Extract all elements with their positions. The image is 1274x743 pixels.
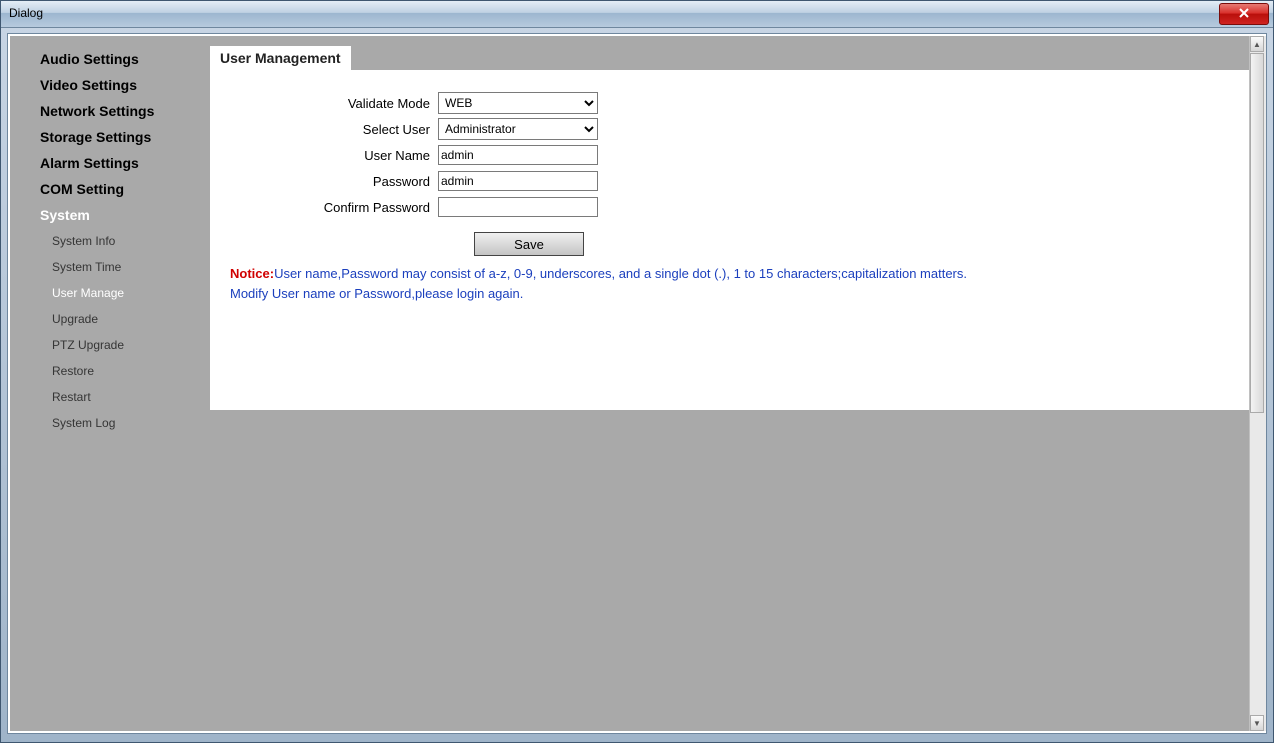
sidebar-sub-system-info[interactable]: System Info: [10, 228, 210, 254]
close-button[interactable]: [1219, 3, 1269, 25]
sidebar-sub-system-time[interactable]: System Time: [10, 254, 210, 280]
notice-label: Notice:: [230, 266, 274, 281]
notice: Notice:User name,Password may consist of…: [210, 256, 1250, 304]
sidebar-item-audio-settings[interactable]: Audio Settings: [10, 46, 210, 72]
close-icon: [1239, 7, 1249, 21]
sidebar: Audio Settings Video Settings Network Se…: [10, 36, 210, 731]
sidebar-sub-user-manage[interactable]: User Manage: [10, 280, 210, 306]
sidebar-item-alarm-settings[interactable]: Alarm Settings: [10, 150, 210, 176]
sidebar-sub-system-log[interactable]: System Log: [10, 410, 210, 436]
validate-mode-select[interactable]: WEB: [438, 92, 598, 114]
user-management-form: Validate Mode WEB Select User Administra…: [210, 70, 1250, 256]
confirm-password-input[interactable]: [438, 197, 598, 217]
sidebar-item-video-settings[interactable]: Video Settings: [10, 72, 210, 98]
chevron-down-icon: ▼: [1253, 719, 1261, 728]
scroll-down-button[interactable]: ▼: [1250, 715, 1264, 731]
scroll-up-button[interactable]: ▲: [1250, 36, 1264, 52]
select-user-select[interactable]: Administrator: [438, 118, 598, 140]
notice-line2: Modify User name or Password,please logi…: [230, 286, 523, 301]
scrollbar-thumb[interactable]: [1250, 53, 1264, 413]
sidebar-item-storage-settings[interactable]: Storage Settings: [10, 124, 210, 150]
vertical-scrollbar[interactable]: ▲ ▼: [1249, 36, 1266, 731]
tab-user-management[interactable]: User Management: [210, 46, 351, 70]
tab-strip: User Management: [210, 46, 1250, 70]
user-name-input[interactable]: [438, 145, 598, 165]
chevron-up-icon: ▲: [1253, 40, 1261, 49]
window-title: Dialog: [9, 6, 43, 20]
save-button[interactable]: Save: [474, 232, 584, 256]
inner-frame: Audio Settings Video Settings Network Se…: [7, 33, 1267, 734]
content-area: Audio Settings Video Settings Network Se…: [10, 36, 1250, 731]
password-input[interactable]: [438, 171, 598, 191]
confirm-password-label: Confirm Password: [250, 200, 438, 215]
select-user-label: Select User: [250, 122, 438, 137]
sidebar-sub-ptz-upgrade[interactable]: PTZ Upgrade: [10, 332, 210, 358]
validate-mode-label: Validate Mode: [250, 96, 438, 111]
sidebar-sub-upgrade[interactable]: Upgrade: [10, 306, 210, 332]
sidebar-sub-restore[interactable]: Restore: [10, 358, 210, 384]
sidebar-item-network-settings[interactable]: Network Settings: [10, 98, 210, 124]
main-panel: User Management Validate Mode WEB Select…: [210, 46, 1250, 410]
sidebar-item-system[interactable]: System: [10, 202, 210, 228]
titlebar[interactable]: Dialog: [1, 1, 1273, 28]
dialog-window: Dialog Audio Settings Video Settings Net…: [0, 0, 1274, 743]
sidebar-sub-restart[interactable]: Restart: [10, 384, 210, 410]
sidebar-item-com-setting[interactable]: COM Setting: [10, 176, 210, 202]
password-label: Password: [250, 174, 438, 189]
notice-line1: User name,Password may consist of a-z, 0…: [274, 266, 967, 281]
user-name-label: User Name: [250, 148, 438, 163]
